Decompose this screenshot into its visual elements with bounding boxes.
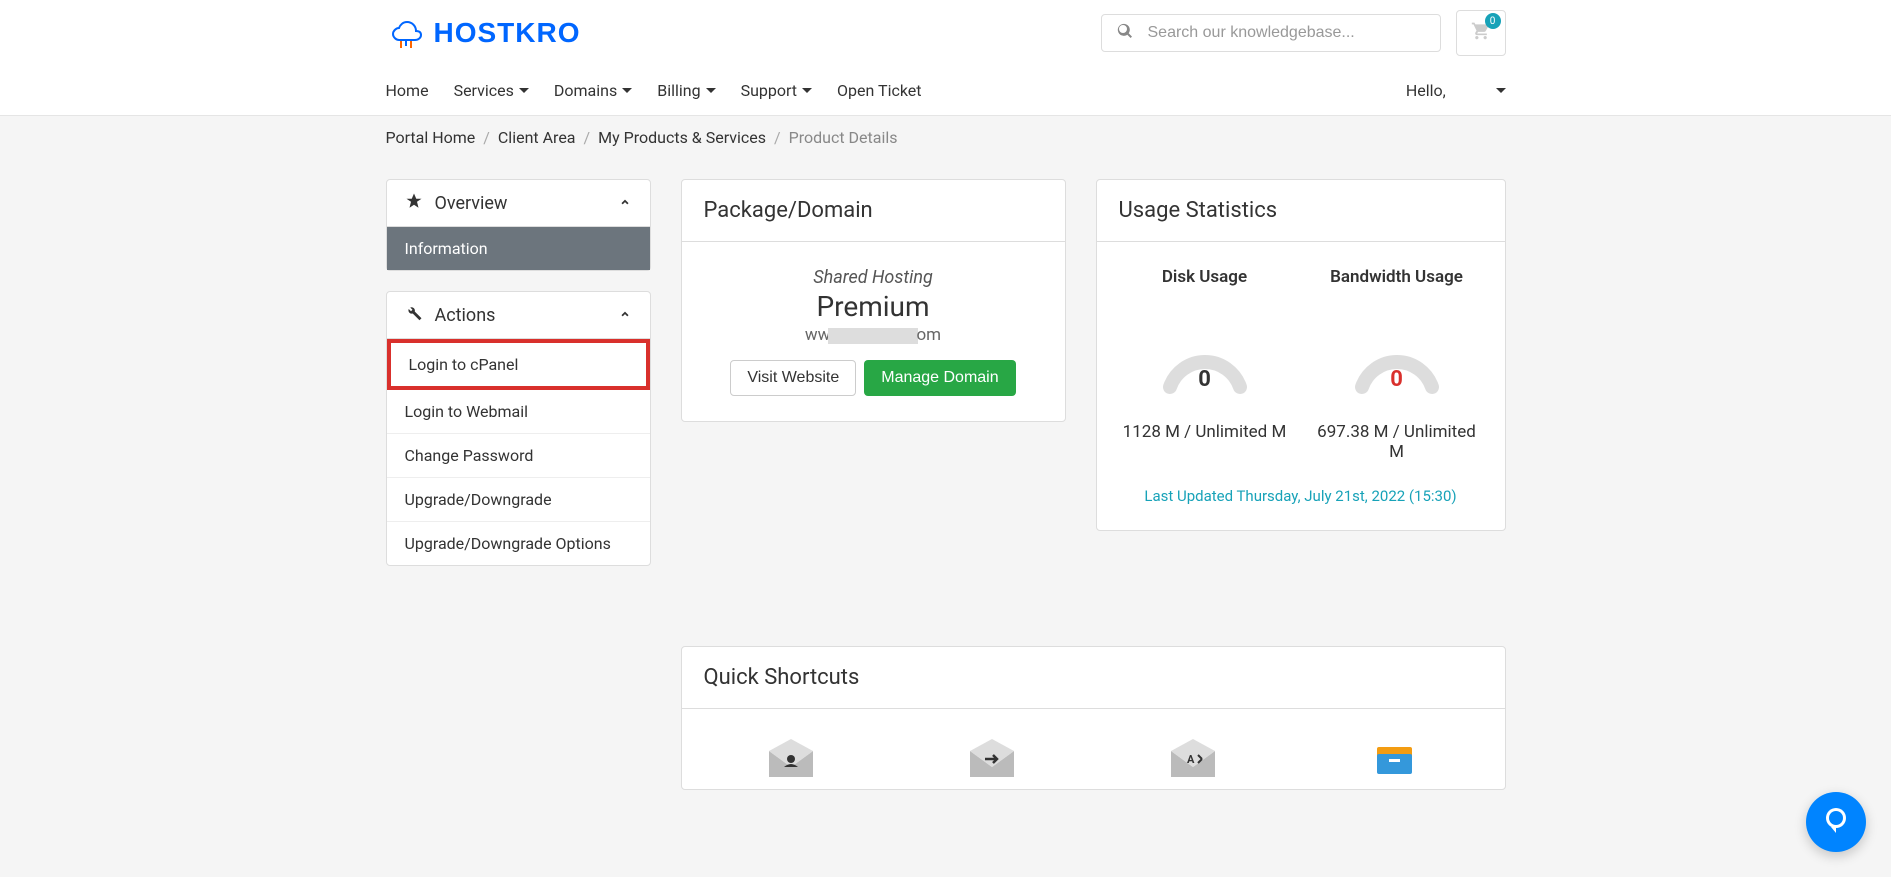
chat-icon: [1821, 805, 1851, 839]
breadcrumb-my-products[interactable]: My Products & Services: [598, 128, 766, 147]
disk-gauge-value: 0: [1155, 367, 1255, 392]
visit-website-button[interactable]: Visit Website: [730, 360, 856, 396]
package-type: Shared Hosting: [704, 267, 1043, 288]
actions-panel: Actions Login to cPanel Login to Webmail…: [386, 291, 651, 566]
shortcut-autoresponder[interactable]: A: [1166, 739, 1221, 779]
disk-usage-detail: 1128 M / Unlimited M: [1123, 422, 1287, 442]
logo[interactable]: HOSTKRO: [386, 13, 581, 53]
caret-down-icon: [622, 88, 632, 93]
overview-panel-header[interactable]: Overview: [387, 180, 650, 227]
actions-panel-header[interactable]: Actions: [387, 292, 650, 339]
shortcut-file-manager[interactable]: [1367, 739, 1422, 779]
disk-gauge: 0: [1155, 327, 1255, 397]
nav-billing[interactable]: Billing: [657, 66, 715, 115]
nav-open-ticket[interactable]: Open Ticket: [837, 66, 921, 115]
disk-usage-title: Disk Usage: [1162, 267, 1247, 312]
sidebar-item-information[interactable]: Information: [387, 227, 650, 270]
drawer-icon: [1367, 739, 1422, 779]
search-box[interactable]: [1101, 14, 1441, 52]
cart-badge: 0: [1485, 13, 1501, 29]
package-domain: wwom: [704, 325, 1043, 345]
bandwidth-usage-column: Bandwidth Usage 0 697.38 M / Unlimited M: [1311, 267, 1483, 462]
nav-home[interactable]: Home: [386, 66, 429, 115]
breadcrumb-portal-home[interactable]: Portal Home: [386, 128, 476, 147]
manage-domain-button[interactable]: Manage Domain: [864, 360, 1015, 396]
sidebar-item-login-webmail[interactable]: Login to Webmail: [387, 390, 650, 434]
sidebar-item-upgrade-downgrade-options[interactable]: Upgrade/Downgrade Options: [387, 522, 650, 565]
bandwidth-usage-title: Bandwidth Usage: [1330, 267, 1463, 312]
caret-down-icon: [519, 88, 529, 93]
chat-button[interactable]: [1806, 792, 1866, 852]
quick-shortcuts-card: Quick Shortcuts A: [681, 646, 1506, 790]
star-icon: [405, 192, 423, 214]
domain-mask: [828, 328, 918, 344]
nav-domains[interactable]: Domains: [554, 66, 632, 115]
caret-down-icon: [1496, 88, 1506, 93]
cart-icon: [1471, 26, 1491, 45]
last-updated: Last Updated Thursday, July 21st, 2022 (…: [1119, 487, 1483, 505]
package-domain-title: Package/Domain: [704, 198, 1043, 223]
chevron-up-icon: [618, 306, 632, 325]
package-domain-card: Package/Domain Shared Hosting Premium ww…: [681, 179, 1066, 422]
nav-services[interactable]: Services: [454, 66, 529, 115]
bandwidth-usage-detail: 697.38 M / Unlimited M: [1311, 422, 1483, 462]
chevron-up-icon: [618, 194, 632, 213]
sidebar-item-login-cpanel[interactable]: Login to cPanel: [387, 339, 650, 390]
overview-title: Overview: [435, 193, 508, 214]
envelope-arrow-icon: [965, 739, 1020, 779]
quick-shortcuts-title: Quick Shortcuts: [704, 665, 1483, 690]
disk-usage-column: Disk Usage 0 1128 M / Unlimited M: [1119, 267, 1291, 462]
usage-statistics-card: Usage Statistics Disk Usage 0 1128 M / U…: [1096, 179, 1506, 531]
breadcrumb-client-area[interactable]: Client Area: [498, 128, 576, 147]
wrench-icon: [405, 304, 423, 326]
center-column: Package/Domain Shared Hosting Premium ww…: [681, 179, 1066, 586]
overview-panel: Overview Information: [386, 179, 651, 271]
cloud-logo-icon: [386, 13, 426, 53]
nav-support[interactable]: Support: [741, 66, 812, 115]
shortcut-email-account[interactable]: [764, 739, 819, 779]
sidebar-item-upgrade-downgrade[interactable]: Upgrade/Downgrade: [387, 478, 650, 522]
usage-statistics-title: Usage Statistics: [1119, 198, 1483, 223]
search-input[interactable]: [1148, 24, 1425, 42]
shortcut-email-forwarder[interactable]: [965, 739, 1020, 779]
caret-down-icon: [802, 88, 812, 93]
sidebar-item-change-password[interactable]: Change Password: [387, 434, 650, 478]
breadcrumb: Portal Home / Client Area / My Products …: [386, 128, 1506, 147]
right-column: Usage Statistics Disk Usage 0 1128 M / U…: [1096, 179, 1506, 586]
sidebar: Overview Information Actions: [386, 179, 651, 586]
breadcrumb-current: Product Details: [789, 128, 898, 147]
package-name: Premium: [704, 290, 1043, 323]
search-icon: [1117, 23, 1148, 43]
envelope-user-icon: [764, 739, 819, 779]
caret-down-icon: [706, 88, 716, 93]
bandwidth-gauge-value: 0: [1347, 367, 1447, 392]
envelope-reply-icon: A: [1166, 739, 1221, 779]
header-top: HOSTKRO 0: [0, 0, 1891, 66]
nav-user-menu[interactable]: Hello,: [1406, 66, 1506, 115]
breadcrumb-bar: Portal Home / Client Area / My Products …: [0, 116, 1891, 159]
nav-bar: Home Services Domains Billing Support Op…: [0, 66, 1891, 116]
cart-button[interactable]: 0: [1456, 10, 1506, 56]
logo-text: HOSTKRO: [434, 17, 581, 49]
actions-title: Actions: [435, 305, 496, 326]
bandwidth-gauge: 0: [1347, 327, 1447, 397]
svg-text:A: A: [1187, 753, 1195, 766]
